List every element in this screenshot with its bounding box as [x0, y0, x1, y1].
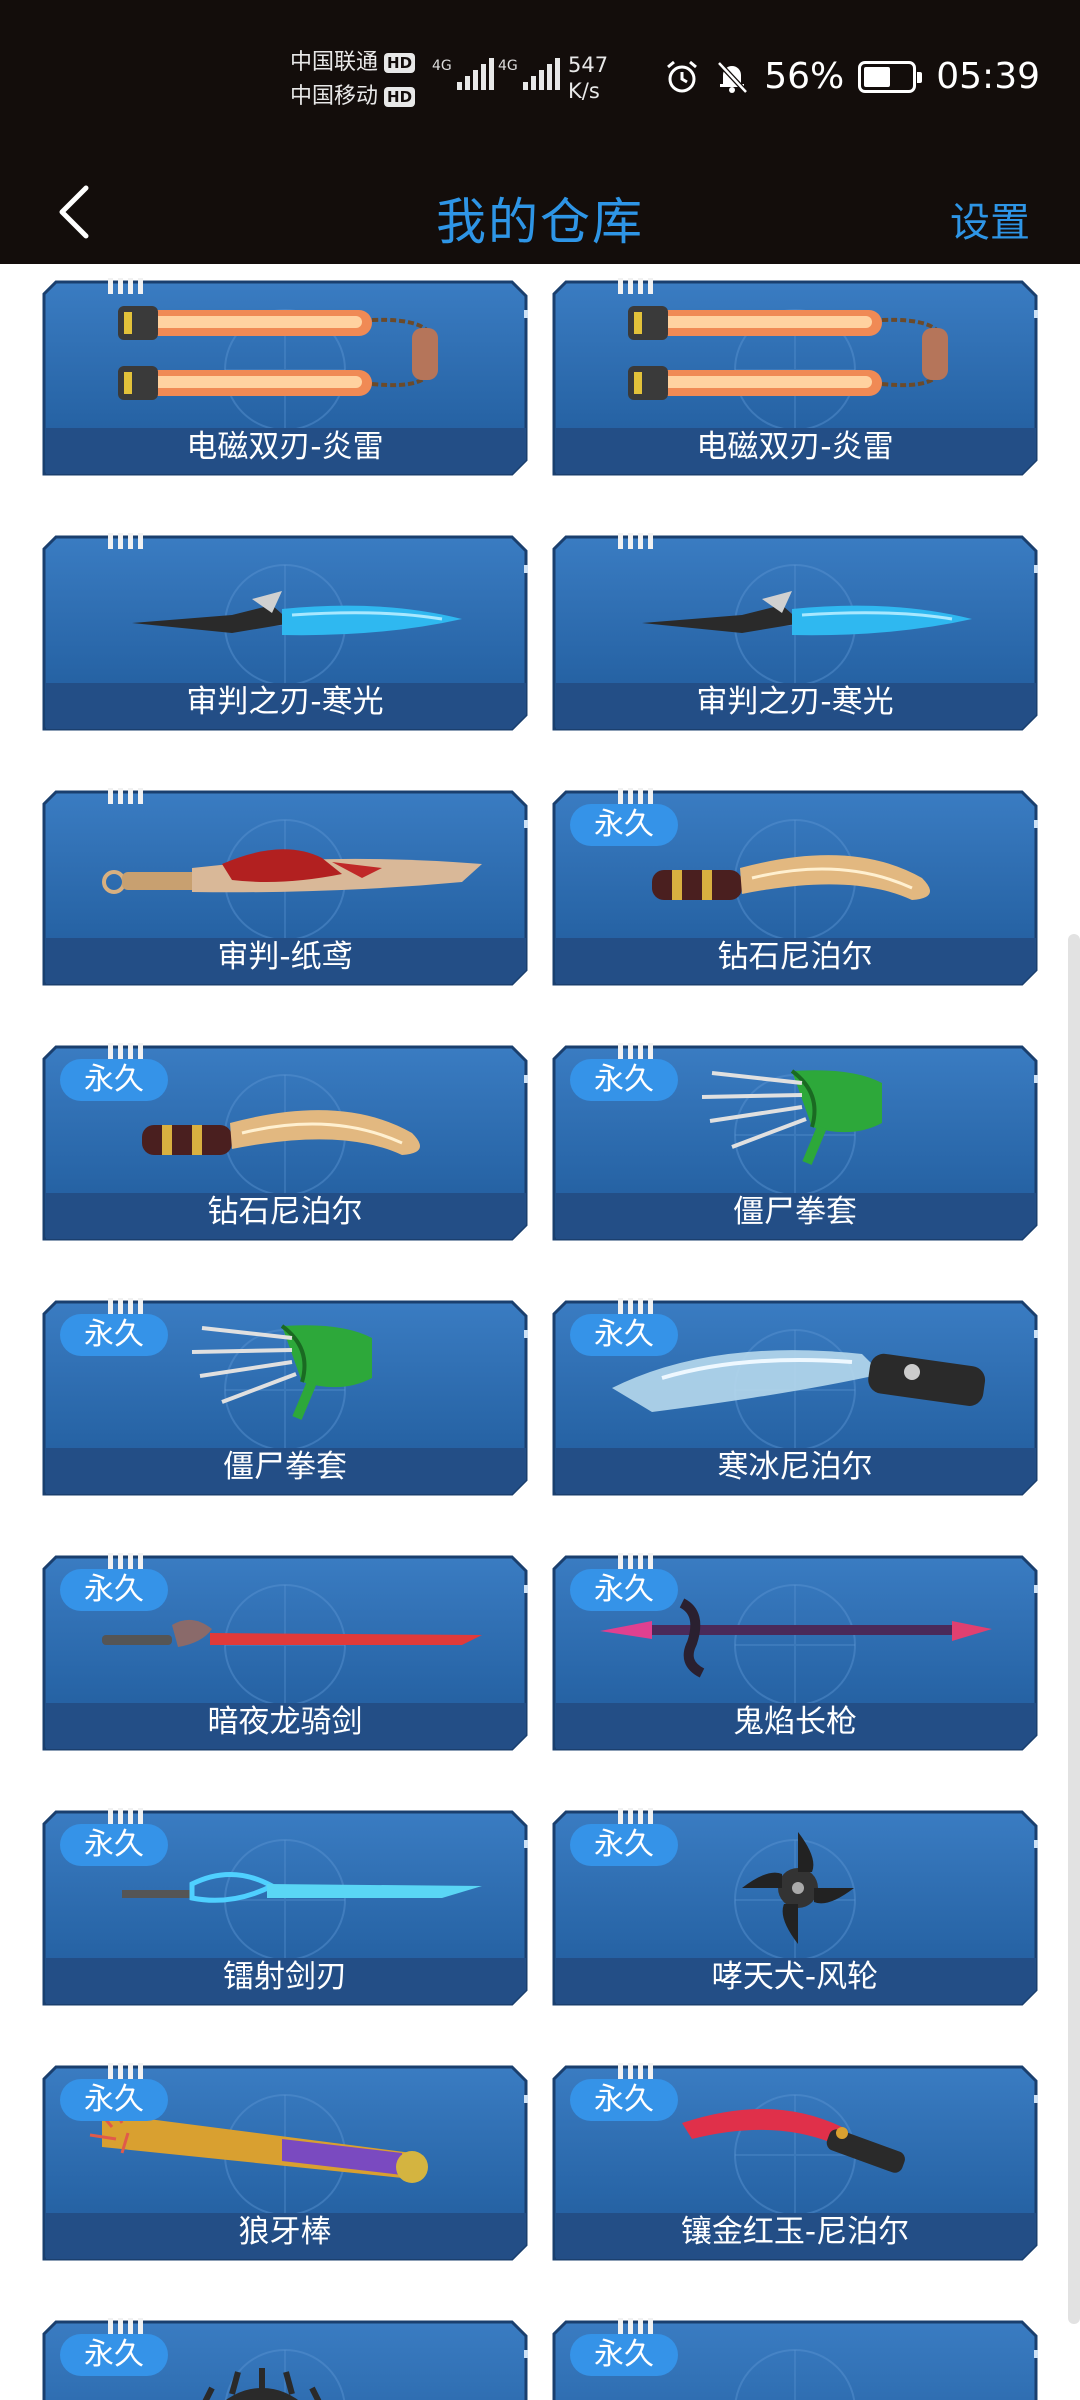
weapon-name: 电磁双刃-炎雷 [696, 429, 894, 465]
permanent-badge: 永久 [570, 1314, 678, 1356]
weapon-card[interactable]: 电磁双刃-炎雷 [552, 278, 1038, 476]
weapon-name: 哮天犬-风轮 [711, 1959, 879, 1995]
card-tabs [108, 1553, 143, 1569]
weapon-name: 镭射剑刃 [223, 1959, 347, 1995]
weapon-name: 审判之刃-寒光 [696, 684, 894, 720]
weapon-name: 钻石尼泊尔 [207, 1194, 363, 1230]
weapon-card[interactable]: 永久 寒冰尼泊尔 [552, 1298, 1038, 1496]
card-tabs [618, 1043, 653, 1059]
weapon-card[interactable]: 审判-纸鸢 [42, 788, 528, 986]
status-bar: 中国联通 HD 中国移动 HD 4G 4G 547 K/s 56% 05:39 [0, 0, 1080, 160]
carrier-1: 中国联通 [290, 50, 379, 75]
ice-blade-icon [132, 591, 462, 636]
permanent-badge: 永久 [570, 804, 678, 846]
twin-blades-icon [628, 306, 948, 400]
red-sword-icon [82, 808, 488, 928]
weapon-card[interactable]: 永久 钻石尼泊尔 [42, 1043, 528, 1241]
weapon-card[interactable]: 审判之刃-寒光 [42, 533, 528, 731]
ice-blade-icon [592, 553, 998, 673]
card-tabs [618, 1553, 653, 1569]
permanent-badge: 永久 [60, 1824, 168, 1866]
red-sword-icon [102, 849, 482, 894]
weapon-name: 狼牙棒 [238, 2214, 332, 2250]
permanent-badge: 永久 [570, 1059, 678, 1101]
hd-badge: HD [384, 87, 416, 107]
scrollbar[interactable] [1068, 934, 1080, 2324]
mute-bell-icon [717, 60, 749, 94]
weapon-card[interactable]: 永久 暗夜龙骑剑 [42, 1553, 528, 1751]
weapon-card[interactable]: 永久 [42, 2318, 528, 2400]
permanent-badge: 永久 [570, 2334, 678, 2376]
battery-percent: 56% [764, 56, 845, 97]
card-tabs [618, 2063, 653, 2079]
permanent-badge: 永久 [60, 2334, 168, 2376]
weapon-name: 寒冰尼泊尔 [717, 1449, 873, 1485]
weapon-card[interactable]: 永久 [552, 2318, 1038, 2400]
weapon-name: 暗夜龙骑剑 [207, 1704, 363, 1740]
permanent-badge: 永久 [60, 1314, 168, 1356]
card-tabs [618, 533, 653, 549]
warehouse-grid: 电磁双刃-炎雷 电磁双刃-炎雷 审判之刃-寒光 审判之刃-寒光 审判-纸鸢 永久… [0, 264, 1080, 2400]
weapon-card[interactable]: 电磁双刃-炎雷 [42, 278, 528, 476]
weapon-card[interactable]: 永久 哮天犬-风轮 [552, 1808, 1038, 2006]
permanent-badge: 永久 [570, 2079, 678, 2121]
settings-button[interactable]: 设置 [950, 190, 1030, 248]
carrier-info: 中国联通 HD 中国移动 HD [290, 46, 416, 114]
weapon-name: 僵尸拳套 [733, 1194, 857, 1230]
card-tabs [618, 1298, 653, 1314]
card-tabs [108, 2318, 143, 2334]
weapon-name: 钻石尼泊尔 [717, 939, 873, 975]
hd-badge: HD [384, 53, 416, 73]
twin-blades-icon [82, 298, 488, 418]
weapon-card[interactable]: 永久 镭射剑刃 [42, 1808, 528, 2006]
card-tabs [108, 788, 143, 804]
card-tabs [618, 788, 653, 804]
ice-blade-icon [82, 553, 488, 673]
card-tabs [108, 1808, 143, 1824]
weapon-card[interactable]: 永久 狼牙棒 [42, 2063, 528, 2261]
page-title: 我的仓库 [436, 193, 644, 251]
card-tabs [618, 1808, 653, 1824]
card-tabs [108, 1298, 143, 1314]
weapon-card[interactable]: 永久 僵尸拳套 [42, 1298, 528, 1496]
permanent-badge: 永久 [60, 1569, 168, 1611]
weapon-card[interactable]: 永久 钻石尼泊尔 [552, 788, 1038, 986]
weapon-card[interactable]: 永久 鬼焰长枪 [552, 1553, 1038, 1751]
permanent-badge: 永久 [570, 1824, 678, 1866]
carrier-2: 中国移动 [290, 84, 379, 109]
twin-blades-icon [118, 306, 438, 400]
nav-bar: 我的仓库 设置 [0, 160, 1080, 264]
weapon-name: 审判-纸鸢 [217, 939, 353, 975]
card-tabs [108, 1043, 143, 1059]
weapon-card[interactable]: 永久 僵尸拳套 [552, 1043, 1038, 1241]
ice-blade-icon [642, 591, 972, 636]
weapon-name: 审判之刃-寒光 [186, 684, 384, 720]
card-tabs [108, 533, 143, 549]
card-tabs [618, 278, 653, 294]
permanent-badge: 永久 [60, 1059, 168, 1101]
alarm-icon [667, 60, 698, 92]
clock: 05:39 [936, 56, 1040, 97]
card-tabs [618, 2318, 653, 2334]
weapon-card[interactable]: 永久 镶金红玉-尼泊尔 [552, 2063, 1038, 2261]
permanent-badge: 永久 [60, 2079, 168, 2121]
twin-blades-icon [592, 298, 998, 418]
permanent-badge: 永久 [570, 1569, 678, 1611]
weapon-name: 僵尸拳套 [223, 1449, 347, 1485]
weapon-name: 鬼焰长枪 [733, 1704, 857, 1740]
battery-icon [858, 60, 923, 93]
weapon-name: 电磁双刃-炎雷 [186, 429, 384, 465]
signal-1-icon: 4G [432, 58, 494, 90]
weapon-name: 镶金红玉-尼泊尔 [680, 2214, 910, 2250]
network-speed: 547 K/s [568, 53, 609, 103]
card-tabs [108, 278, 143, 294]
weapon-card[interactable]: 审判之刃-寒光 [552, 533, 1038, 731]
card-tabs [108, 2063, 143, 2079]
signal-2-icon: 4G [498, 58, 560, 90]
